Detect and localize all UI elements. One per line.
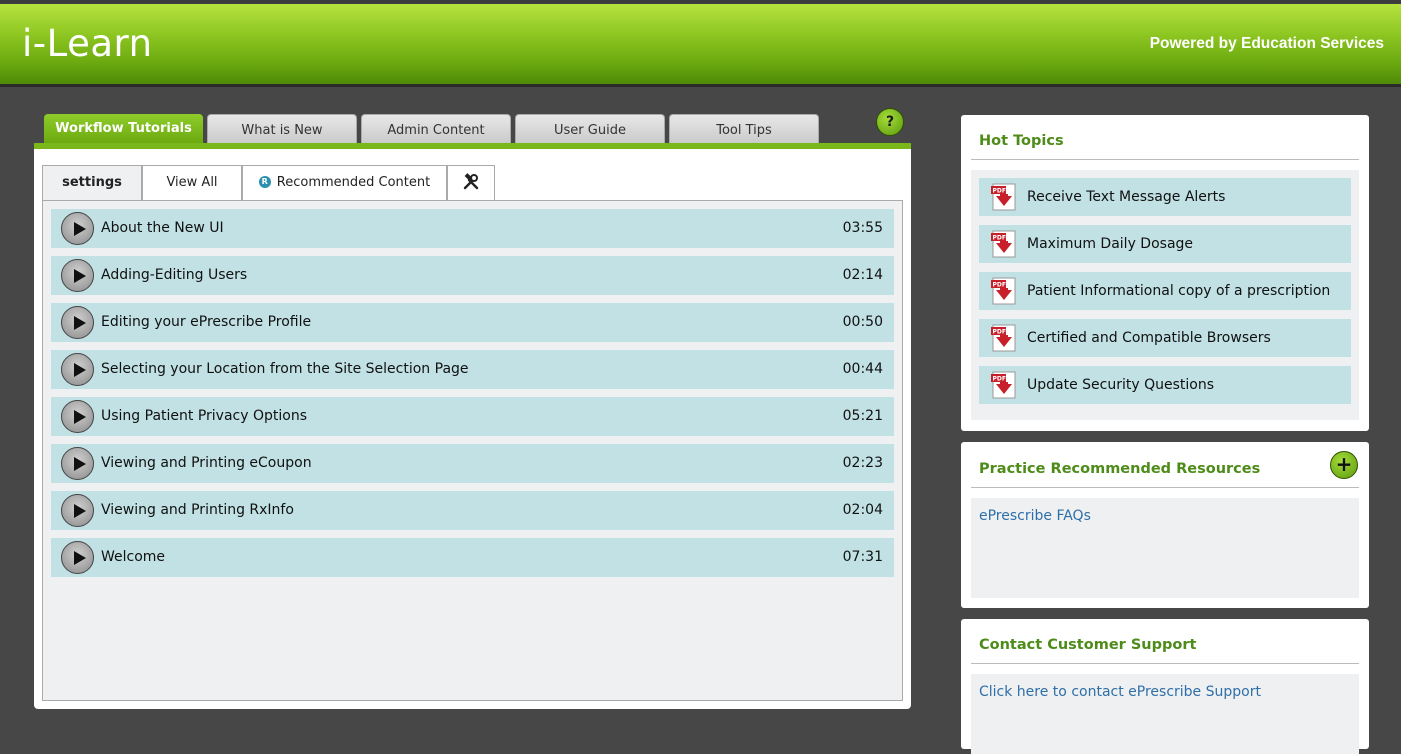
wrench-hammer-icon: [463, 172, 479, 189]
app-header: i-Learn Powered by Education Services: [0, 4, 1401, 87]
practice-resources-list: ePrescribe FAQs: [971, 498, 1359, 598]
divider: [971, 663, 1359, 664]
tutorial-duration: 02:14: [842, 267, 883, 283]
tutorial-title: Viewing and Printing RxInfo: [101, 502, 294, 518]
svg-text:PDF: PDF: [993, 329, 1006, 336]
hot-topic-item[interactable]: PDF Patient Informational copy of a pres…: [979, 272, 1351, 310]
tutorial-duration: 02:04: [842, 502, 883, 518]
svg-text:PDF: PDF: [993, 188, 1006, 195]
hot-topic-item[interactable]: PDF Update Security Questions: [979, 366, 1351, 404]
help-icon[interactable]: ?: [876, 108, 904, 136]
powered-by-text: Powered by Education Services: [1149, 35, 1384, 52]
pdf-icon: PDF: [991, 277, 1016, 305]
pdf-icon: PDF: [991, 371, 1016, 399]
divider: [971, 487, 1359, 488]
recommended-label: Recommended Content: [276, 175, 431, 190]
hot-topic-label: Certified and Compatible Browsers: [1027, 330, 1271, 346]
hot-topic-item[interactable]: PDF Receive Text Message Alerts: [979, 178, 1351, 216]
customer-support-title: Contact Customer Support: [979, 637, 1197, 653]
tutorial-title: Selecting your Location from the Site Se…: [101, 361, 469, 377]
tutorial-duration: 00:50: [842, 314, 883, 330]
play-icon[interactable]: [61, 447, 94, 480]
play-icon[interactable]: [61, 400, 94, 433]
app-logo: i-Learn: [22, 22, 153, 65]
pdf-icon: PDF: [991, 230, 1016, 258]
tutorial-duration: 00:44: [842, 361, 883, 377]
tutorial-title: About the New UI: [101, 220, 224, 236]
hot-topics-box: Hot Topics PDF Receive Text Message Aler…: [961, 115, 1369, 431]
tutorial-row[interactable]: About the New UI 03:55: [51, 209, 894, 248]
add-resource-icon[interactable]: +: [1330, 451, 1358, 479]
svg-text:PDF: PDF: [993, 282, 1006, 289]
pdf-icon: PDF: [991, 183, 1016, 211]
subtab-recommended-content[interactable]: R Recommended Content: [242, 165, 447, 201]
tutorial-duration: 03:55: [842, 220, 883, 236]
hot-topics-title: Hot Topics: [979, 133, 1064, 149]
divider: [971, 159, 1359, 160]
subtab-settings[interactable]: settings: [42, 165, 142, 201]
hot-topic-label: Patient Informational copy of a prescrip…: [1027, 283, 1331, 299]
svg-text:PDF: PDF: [993, 235, 1006, 242]
play-icon[interactable]: [61, 212, 94, 245]
tutorial-title: Editing your ePrescribe Profile: [101, 314, 312, 330]
tab-admin-content[interactable]: Admin Content: [361, 114, 511, 144]
subtab-view-all[interactable]: View All: [142, 165, 242, 201]
tutorial-duration: 05:21: [842, 408, 883, 424]
play-icon[interactable]: [61, 494, 94, 527]
pdf-icon: PDF: [991, 324, 1016, 352]
hot-topic-label: Update Security Questions: [1027, 377, 1215, 393]
hot-topics-list: PDF Receive Text Message Alerts PDF Maxi…: [971, 170, 1359, 420]
tutorial-title: Adding-Editing Users: [101, 267, 248, 283]
customer-support-content: Click here to contact ePrescribe Support: [971, 674, 1359, 754]
play-icon[interactable]: [61, 259, 94, 292]
tutorial-row[interactable]: Using Patient Privacy Options 05:21: [51, 397, 894, 436]
tab-what-is-new[interactable]: What is New: [207, 114, 357, 144]
tutorial-title: Welcome: [101, 549, 166, 565]
customer-support-box: Contact Customer Support Click here to c…: [961, 619, 1369, 754]
hot-topic-item[interactable]: PDF Certified and Compatible Browsers: [979, 319, 1351, 357]
tutorial-row[interactable]: Editing your ePrescribe Profile 00:50: [51, 303, 894, 342]
practice-resources-title: Practice Recommended Resources: [979, 461, 1261, 477]
svg-text:PDF: PDF: [993, 376, 1006, 383]
play-icon[interactable]: [61, 541, 94, 574]
tutorial-list: About the New UI 03:55 Adding-Editing Us…: [42, 200, 903, 701]
panel-accent-bar: [34, 143, 911, 149]
contact-support-link[interactable]: Click here to contact ePrescribe Support: [979, 684, 1261, 700]
tab-workflow-tutorials[interactable]: Workflow Tutorials: [44, 114, 203, 144]
recommended-badge-icon: R: [258, 175, 271, 188]
play-icon[interactable]: [61, 353, 94, 386]
hot-topic-label: Receive Text Message Alerts: [1027, 189, 1226, 205]
hot-topic-item[interactable]: PDF Maximum Daily Dosage: [979, 225, 1351, 263]
tutorial-row[interactable]: Selecting your Location from the Site Se…: [51, 350, 894, 389]
tutorial-title: Viewing and Printing eCoupon: [101, 455, 312, 471]
practice-resources-box: Practice Recommended Resources + ePrescr…: [961, 442, 1369, 608]
eprescribe-faqs-link[interactable]: ePrescribe FAQs: [979, 508, 1091, 524]
tutorial-row[interactable]: Adding-Editing Users 02:14: [51, 256, 894, 295]
tutorial-title: Using Patient Privacy Options: [101, 408, 307, 424]
tutorial-row[interactable]: Viewing and Printing eCoupon 02:23: [51, 444, 894, 483]
tutorial-duration: 02:23: [842, 455, 883, 471]
play-icon[interactable]: [61, 306, 94, 339]
tab-tool-tips[interactable]: Tool Tips: [669, 114, 819, 144]
tutorial-row[interactable]: Welcome 07:31: [51, 538, 894, 577]
tab-user-guide[interactable]: User Guide: [515, 114, 665, 144]
subtab-tools[interactable]: [447, 165, 495, 201]
tutorial-row[interactable]: Viewing and Printing RxInfo 02:04: [51, 491, 894, 530]
tutorial-duration: 07:31: [842, 549, 883, 565]
hot-topic-label: Maximum Daily Dosage: [1027, 236, 1194, 252]
